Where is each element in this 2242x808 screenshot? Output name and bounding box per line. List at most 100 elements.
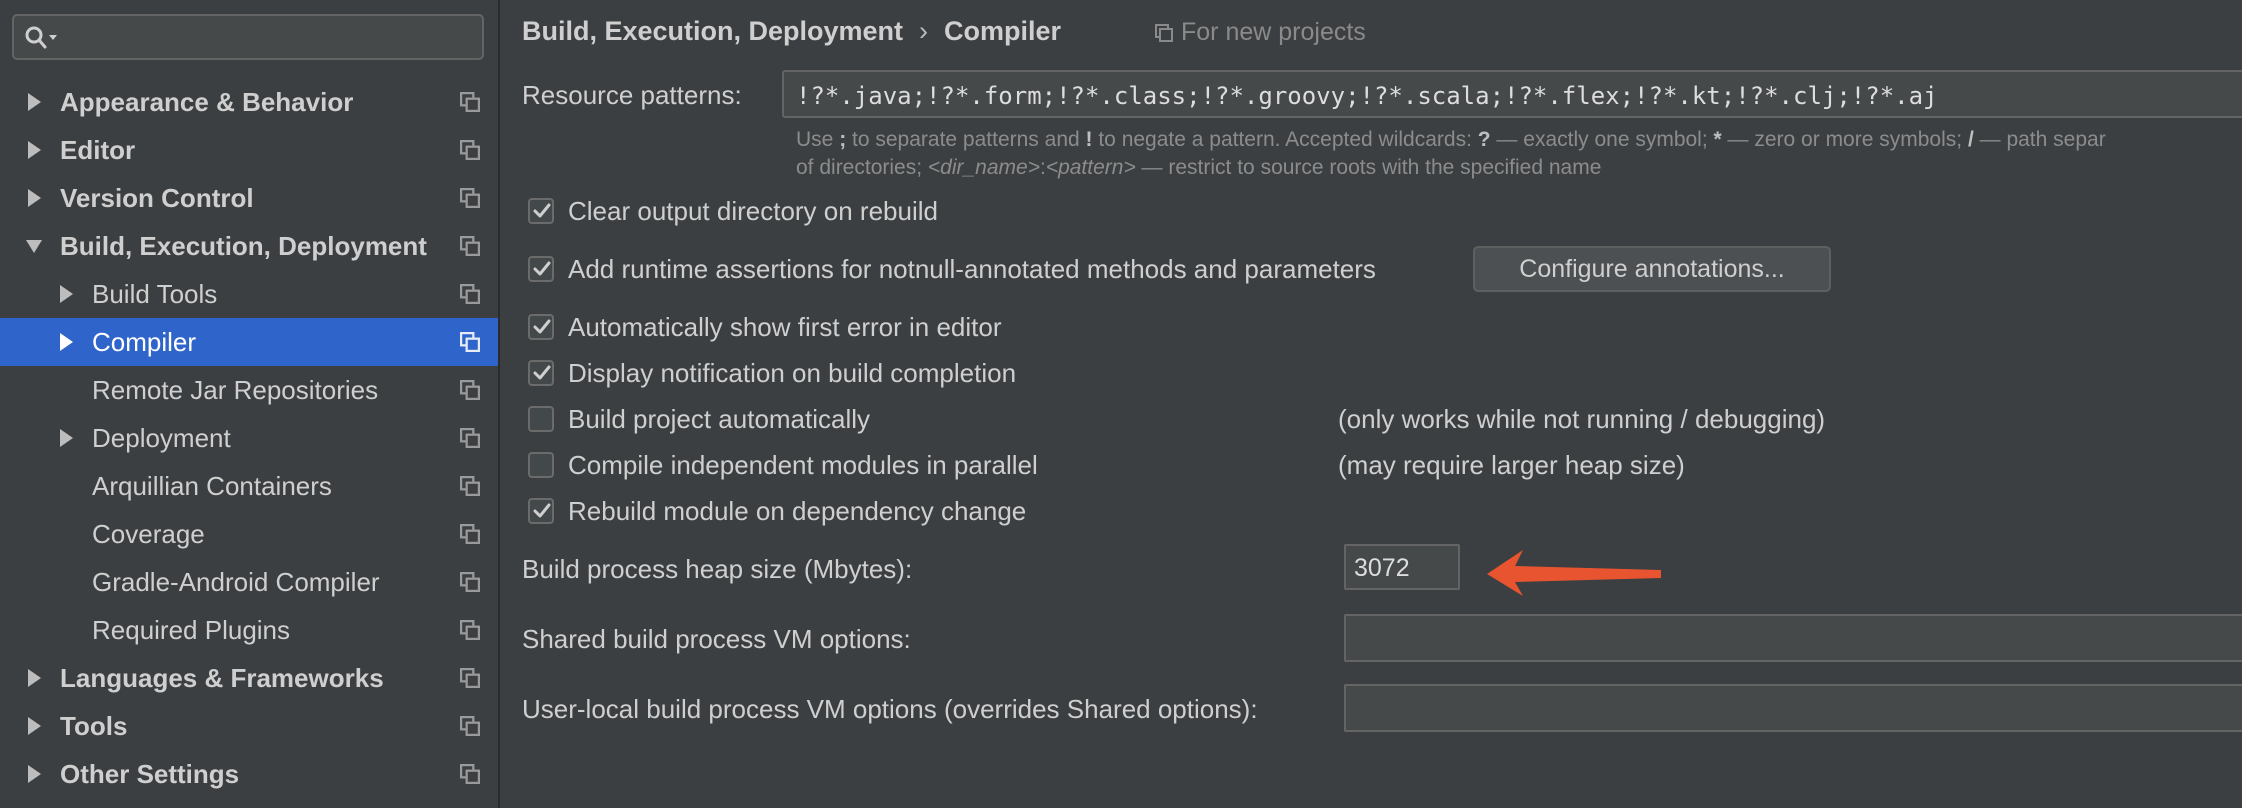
display-notification-on-build-completion-label[interactable]: Display notification on build completion xyxy=(568,358,1016,389)
user-local-vm-options-input[interactable] xyxy=(1344,684,2242,732)
compile-independent-modules-in-parallel-checkbox[interactable] xyxy=(528,452,554,478)
copy-icon xyxy=(460,188,480,208)
sidebar-item-build-execution-deployment[interactable]: Build, Execution, Deployment xyxy=(0,222,498,270)
sidebar-item-other-settings[interactable]: Other Settings xyxy=(0,750,498,798)
arrow-annotation-icon xyxy=(1487,550,1661,596)
sidebar-item-label: Version Control xyxy=(60,182,254,213)
search-input[interactable] xyxy=(12,14,484,60)
compile-independent-modules-in-parallel-label[interactable]: Compile independent modules in parallel xyxy=(568,450,1038,481)
shared-vm-options-input[interactable] xyxy=(1344,614,2242,662)
sidebar-item-compiler[interactable]: Compiler xyxy=(0,318,498,366)
copy-icon xyxy=(460,716,480,736)
checkmark-icon xyxy=(533,503,551,518)
breadcrumb-current: Compiler xyxy=(944,16,1062,46)
sidebar-item-label: Tools xyxy=(60,710,128,741)
chevron-right-icon[interactable] xyxy=(26,717,42,735)
user-local-vm-options-label: User-local build process VM options (ove… xyxy=(522,694,1258,724)
chevron-right-icon[interactable] xyxy=(26,141,42,159)
resource-patterns-hint-line2: of directories; <dir_name>:<pattern> — r… xyxy=(796,156,1601,180)
chevron-right-icon[interactable] xyxy=(26,189,42,207)
sidebar-item-label: Compiler xyxy=(92,326,197,357)
sidebar-item-label: Coverage xyxy=(92,518,205,549)
clear-output-directory-on-rebuild-label[interactable]: Clear output directory on rebuild xyxy=(568,196,938,227)
automatically-show-first-error-in-editor-checkbox[interactable] xyxy=(528,314,554,340)
sidebar-item-label: Appearance & Behavior xyxy=(60,86,354,117)
hint-text: to negate a pattern. Accepted wildcards: xyxy=(1092,128,1478,151)
clear-output-directory-on-rebuild-checkbox[interactable] xyxy=(528,198,554,224)
compiler-settings-panel: Build, Execution, Deployment › Compiler Fo… xyxy=(500,0,2242,808)
hint-text: of directories; xyxy=(796,156,928,179)
hint-text: Use xyxy=(796,128,840,151)
chevron-right-icon[interactable] xyxy=(58,285,74,303)
hint-placeholder: <dir_name> xyxy=(927,156,1040,179)
sidebar-item-label: Other Settings xyxy=(60,758,240,789)
sidebar-item-gradle-android-compiler[interactable]: Gradle-Android Compiler xyxy=(0,558,498,606)
sidebar-item-label: Required Plugins xyxy=(92,614,291,645)
for-new-projects-note: For new projects xyxy=(1155,18,1366,47)
breadcrumb-parent[interactable]: Build, Execution, Deployment xyxy=(522,16,903,46)
sidebar-item-label: Build Tools xyxy=(92,278,218,309)
sidebar-item-label: Gradle-Android Compiler xyxy=(92,566,380,597)
display-notification-on-build-completion-checkbox[interactable] xyxy=(528,360,554,386)
sidebar-item-languages-frameworks[interactable]: Languages & Frameworks xyxy=(0,654,498,702)
configure-annotations-button[interactable]: Configure annotations... xyxy=(1473,246,1831,292)
checkmark-icon xyxy=(533,365,551,380)
sidebar-item-appearance-behavior[interactable]: Appearance & Behavior xyxy=(0,78,498,126)
resource-patterns-input[interactable]: !?*.java;!?*.form;!?*.class;!?*.groovy;!… xyxy=(782,70,2242,118)
settings-sidebar: Appearance & Behavior Editor Version Contr… xyxy=(0,0,500,808)
resource-patterns-hint-line1: Use ; to separate patterns and ! to nega… xyxy=(796,128,2106,152)
sidebar-item-label: Languages & Frameworks xyxy=(60,662,384,693)
sidebar-item-remote-jar-repositories[interactable]: Remote Jar Repositories xyxy=(0,366,498,414)
chevron-right-icon[interactable] xyxy=(58,333,74,351)
copy-icon xyxy=(460,92,480,112)
add-runtime-assertions-for-notnull-annotated-methods-and-parameters-checkbox[interactable] xyxy=(528,256,554,282)
copy-icon xyxy=(460,668,480,688)
copy-icon xyxy=(460,140,480,160)
sidebar-item-deployment[interactable]: Deployment xyxy=(0,414,498,462)
rebuild-module-on-dependency-change-label[interactable]: Rebuild module on dependency change xyxy=(568,496,1026,527)
sidebar-item-build-tools[interactable]: Build Tools xyxy=(0,270,498,318)
sidebar-item-label: Build, Execution, Deployment xyxy=(60,230,427,261)
chevron-right-icon[interactable] xyxy=(26,765,42,783)
build-project-automatically-checkbox[interactable] xyxy=(528,406,554,432)
heap-size-value: 3072 xyxy=(1354,554,1410,582)
hint-text: — zero or more symbols; xyxy=(1721,128,1968,151)
sidebar-item-arquillian-containers[interactable]: Arquillian Containers xyxy=(0,462,498,510)
copy-icon xyxy=(460,620,480,640)
hint-text: to separate patterns and xyxy=(846,128,1086,151)
resource-patterns-value: !?*.java;!?*.form;!?*.class;!?*.groovy;!… xyxy=(796,82,1938,110)
for-new-projects-label: For new projects xyxy=(1181,18,1366,46)
copy-icon xyxy=(460,284,480,304)
hint-text: — path separ xyxy=(1973,128,2106,151)
rebuild-module-on-dependency-change-checkbox[interactable] xyxy=(528,498,554,524)
checkmark-icon xyxy=(533,319,551,334)
chevron-right-icon[interactable] xyxy=(58,429,74,447)
sidebar-item-label: Editor xyxy=(60,134,136,165)
resource-patterns-label: Resource patterns: xyxy=(522,80,742,110)
copy-icon xyxy=(460,524,480,544)
sidebar-item-label: Deployment xyxy=(92,422,231,453)
chevron-right-icon[interactable] xyxy=(26,669,42,687)
hint-symbol: * xyxy=(1713,128,1722,151)
sidebar-item-coverage[interactable]: Coverage xyxy=(0,510,498,558)
heap-size-input[interactable]: 3072 xyxy=(1344,544,1460,590)
hint-text: — restrict to source roots with the spec… xyxy=(1135,156,1602,179)
sidebar-item-editor[interactable]: Editor xyxy=(0,126,498,174)
checkmark-icon xyxy=(533,203,551,218)
add-runtime-assertions-for-notnull-annotated-methods-and-parameters-label[interactable]: Add runtime assertions for notnull-annot… xyxy=(568,254,1376,285)
automatically-show-first-error-in-editor-label[interactable]: Automatically show first error in editor xyxy=(568,312,1001,343)
sidebar-item-required-plugins[interactable]: Required Plugins xyxy=(0,606,498,654)
copy-icon xyxy=(460,476,480,496)
chevron-down-icon[interactable] xyxy=(26,237,42,255)
sidebar-item-label: Remote Jar Repositories xyxy=(92,374,379,405)
sidebar-item-tools[interactable]: Tools xyxy=(0,702,498,750)
copy-icon xyxy=(460,764,480,784)
sidebar-item-version-control[interactable]: Version Control xyxy=(0,174,498,222)
copy-icon xyxy=(460,428,480,448)
compile-independent-modules-in-parallel-note: (may require larger heap size) xyxy=(1338,450,1685,480)
heap-size-label: Build process heap size (Mbytes): xyxy=(522,554,913,584)
chevron-right-icon[interactable] xyxy=(26,93,42,111)
search-icon xyxy=(25,26,57,49)
copy-icon xyxy=(1155,23,1173,42)
build-project-automatically-label[interactable]: Build project automatically xyxy=(568,404,870,435)
